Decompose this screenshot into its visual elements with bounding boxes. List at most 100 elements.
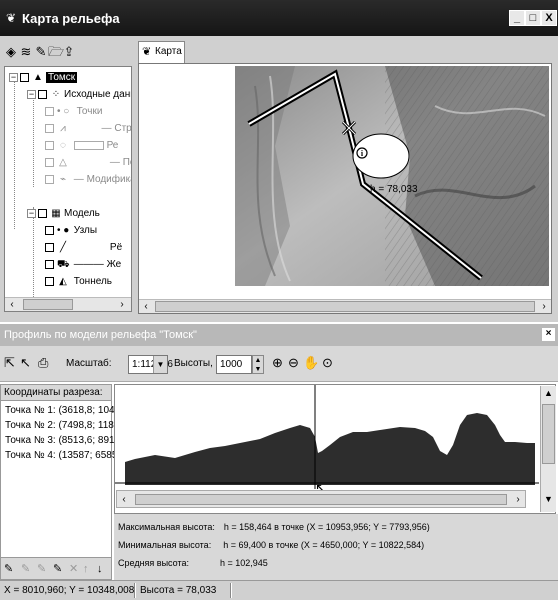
heights-input[interactable]: 1000 — [216, 355, 252, 374]
map-tab-icon: ❦ — [142, 46, 152, 58]
collapse-icon[interactable]: − — [9, 73, 18, 82]
tree-item-label: Рё — [109, 242, 123, 254]
tree-item-label: Пе — [122, 157, 131, 169]
max-height-value: h = 158,464 в точке (X = 10953,956; Y = … — [223, 522, 430, 532]
checkbox[interactable] — [45, 243, 54, 252]
status-separator — [230, 583, 232, 598]
layers-icon[interactable]: ◈ — [4, 44, 18, 60]
tree-item-points[interactable]: • ○ Точки — [45, 103, 102, 120]
node-icon: • ● — [57, 225, 70, 236]
map-view[interactable]: i h = 78,033 ‹ › — [138, 63, 552, 314]
tab-map[interactable]: ❦ Карта — [138, 41, 185, 64]
tree-item-tomsk[interactable]: − ▲ Томск — [9, 69, 78, 86]
window-title: Карта рельефа — [22, 11, 120, 26]
points-icon: ⁘ — [51, 89, 61, 100]
list-item[interactable]: Точка № 2: (7498,8; 11808) — [5, 420, 128, 431]
relief-map[interactable]: i — [235, 66, 549, 286]
status-separator — [134, 583, 136, 598]
minimize-button[interactable]: _ — [509, 10, 525, 26]
stack-icon[interactable]: ≋ — [19, 44, 33, 60]
add-point-icon[interactable]: ✎ — [4, 562, 13, 576]
scroll-down-icon[interactable]: ▼ — [542, 494, 555, 504]
folder-icon: ▲ — [33, 72, 43, 83]
pointer-icon[interactable]: ↖ — [20, 355, 31, 371]
heights-spinner[interactable]: ▲ ▼ — [252, 355, 264, 374]
scroll-thumb[interactable] — [23, 299, 73, 310]
tree-item-railway[interactable]: ⛟ ——— Же — [45, 256, 121, 273]
list-item[interactable]: Точка № 4: (13587; 6585,5) — [5, 450, 129, 461]
profile-close-button[interactable]: × — [542, 328, 555, 341]
tree-item-model[interactable]: − ▦ Модель — [27, 205, 100, 222]
layer-tree[interactable]: − ▲Томск − ⁘Исходные данные • ○ Точки ⩘ — … — [4, 66, 132, 312]
checkbox[interactable] — [38, 90, 47, 99]
chevron-down-icon[interactable]: ▼ — [153, 356, 167, 373]
scroll-left-icon[interactable]: ‹ — [117, 493, 131, 506]
maximize-button[interactable]: □ — [525, 10, 541, 26]
tree-item-mod[interactable]: ⌁ — Модифика — [45, 171, 132, 188]
scroll-up-icon[interactable]: ▲ — [542, 388, 555, 398]
scroll-thumb[interactable] — [135, 494, 507, 505]
zoom-fit-icon[interactable]: ⊙ — [322, 355, 333, 371]
checkbox[interactable] — [45, 175, 54, 184]
print-icon[interactable]: ⎙ — [38, 355, 48, 371]
tree-item-reg[interactable]: ◌ Ре — [45, 137, 118, 154]
checkbox[interactable] — [45, 277, 54, 286]
move-up-icon[interactable]: ↑ — [83, 562, 89, 576]
close-button[interactable]: X — [541, 10, 557, 26]
checkbox[interactable] — [45, 226, 54, 235]
pan-hand-icon[interactable]: ✋ — [303, 355, 319, 371]
avg-height-value: h = 102,945 — [220, 558, 268, 568]
tree-item-edges[interactable]: ╱ Рё — [45, 239, 122, 256]
checkbox[interactable] — [45, 124, 54, 133]
tree-item-label: Исходные данные — [64, 89, 131, 101]
profile-titlebar[interactable]: Профиль по модели рельефа "Томск" × — [0, 324, 558, 346]
delete-point-icon[interactable]: ✕ — [69, 562, 78, 576]
scroll-thumb[interactable] — [542, 404, 555, 464]
checkbox[interactable] — [45, 158, 54, 167]
tree-horizontal-scrollbar[interactable]: ‹ › — [5, 297, 131, 311]
tree-item-nodes[interactable]: • ● Узлы — [45, 222, 97, 239]
list-item[interactable]: Точка № 1: (3618,8; 10465) — [5, 405, 129, 416]
tree-item-label: Тоннель — [73, 276, 112, 288]
edit-icon[interactable]: ✎ — [34, 44, 48, 60]
insert-point-icon[interactable]: ✎ — [21, 562, 30, 576]
scroll-right-icon[interactable]: › — [511, 493, 525, 506]
min-height-label: Минимальная высота: — [118, 540, 212, 550]
collapse-icon[interactable]: − — [27, 90, 36, 99]
checkbox[interactable] — [45, 260, 54, 269]
tree-item-label: Узлы — [73, 225, 98, 237]
tree-item-pe[interactable]: △ — Пе — [45, 154, 131, 171]
tree-item-label: Модифика — [86, 174, 132, 186]
cursor-select-icon[interactable]: ⇱ — [4, 355, 15, 371]
zoom-out-icon[interactable]: ⊖ — [288, 355, 299, 371]
scroll-left-icon[interactable]: ‹ — [139, 300, 153, 313]
scroll-thumb[interactable] — [155, 301, 535, 312]
scroll-left-icon[interactable]: ‹ — [5, 298, 19, 311]
move-down-icon[interactable]: ↓ — [97, 562, 103, 576]
open-folder-icon[interactable]: 🗁 — [48, 44, 64, 60]
window-titlebar[interactable]: ❦ Карта рельефа _ □ X — [0, 0, 558, 36]
tree-item-tunnel[interactable]: ◭ Тоннель — [45, 273, 112, 290]
checkbox[interactable] — [45, 141, 54, 150]
scroll-right-icon[interactable]: › — [115, 298, 129, 311]
list-item[interactable]: Точка № 3: (8513,6; 8913,6) — [5, 435, 132, 446]
chart-vertical-scrollbar[interactable]: ▲ ▼ — [540, 386, 556, 512]
model-icon: ▦ — [51, 208, 61, 219]
export-icon[interactable]: ⇪ — [62, 44, 76, 60]
region-icon: ◌ — [60, 140, 66, 151]
checkbox[interactable] — [45, 107, 54, 116]
move-point-icon[interactable]: ✎ — [37, 562, 46, 576]
zoom-in-icon[interactable]: ⊕ — [272, 355, 283, 371]
collapse-icon[interactable]: − — [27, 209, 36, 218]
scroll-right-icon[interactable]: › — [537, 300, 551, 313]
checkbox[interactable] — [20, 73, 29, 82]
edit-point-icon[interactable]: ✎ — [53, 562, 62, 576]
avg-height-row: Средняя высота: h = 102,945 — [118, 558, 268, 568]
tree-item-str[interactable]: ⩘ — Стр — [45, 120, 131, 137]
scale-select[interactable]: 1:112806 ▼ — [128, 355, 173, 374]
checkbox[interactable] — [38, 209, 47, 218]
min-height-value: h = 69,400 в точке (X = 4650,000; Y = 10… — [223, 540, 425, 550]
tree-item-source-data[interactable]: − ⁘Исходные данные — [27, 86, 131, 103]
map-horizontal-scrollbar[interactable]: ‹ › — [139, 299, 551, 313]
chart-horizontal-scrollbar[interactable]: ‹ › — [116, 490, 526, 508]
